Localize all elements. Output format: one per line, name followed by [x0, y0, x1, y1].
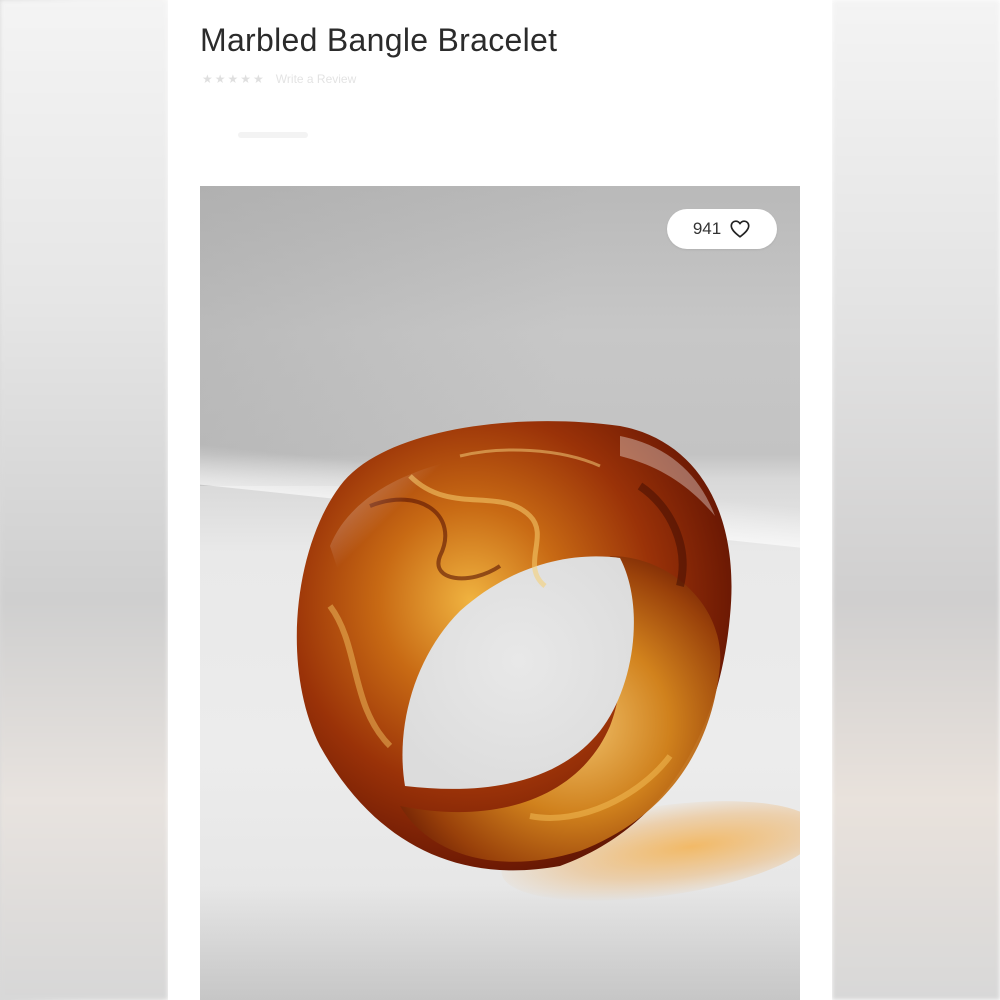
right-background-blur [832, 0, 1000, 1000]
likes-button[interactable]: 941 [667, 209, 777, 249]
rating-stars-icon: ★★★★★ [202, 72, 266, 86]
product-panel: Marbled Bangle Bracelet ★★★★★ Write a Re… [168, 0, 832, 1000]
product-photo[interactable]: 941 [200, 186, 800, 1000]
heart-outline-icon [730, 220, 750, 238]
product-title: Marbled Bangle Bracelet [200, 22, 558, 58]
rating-row[interactable]: ★★★★★ Write a Review [202, 72, 356, 86]
write-review-link[interactable]: Write a Review [276, 72, 356, 86]
likes-count: 941 [692, 219, 722, 238]
left-background-blur [0, 0, 168, 1000]
marbled-bangle-image [296, 421, 732, 871]
faint-divider [238, 132, 308, 138]
